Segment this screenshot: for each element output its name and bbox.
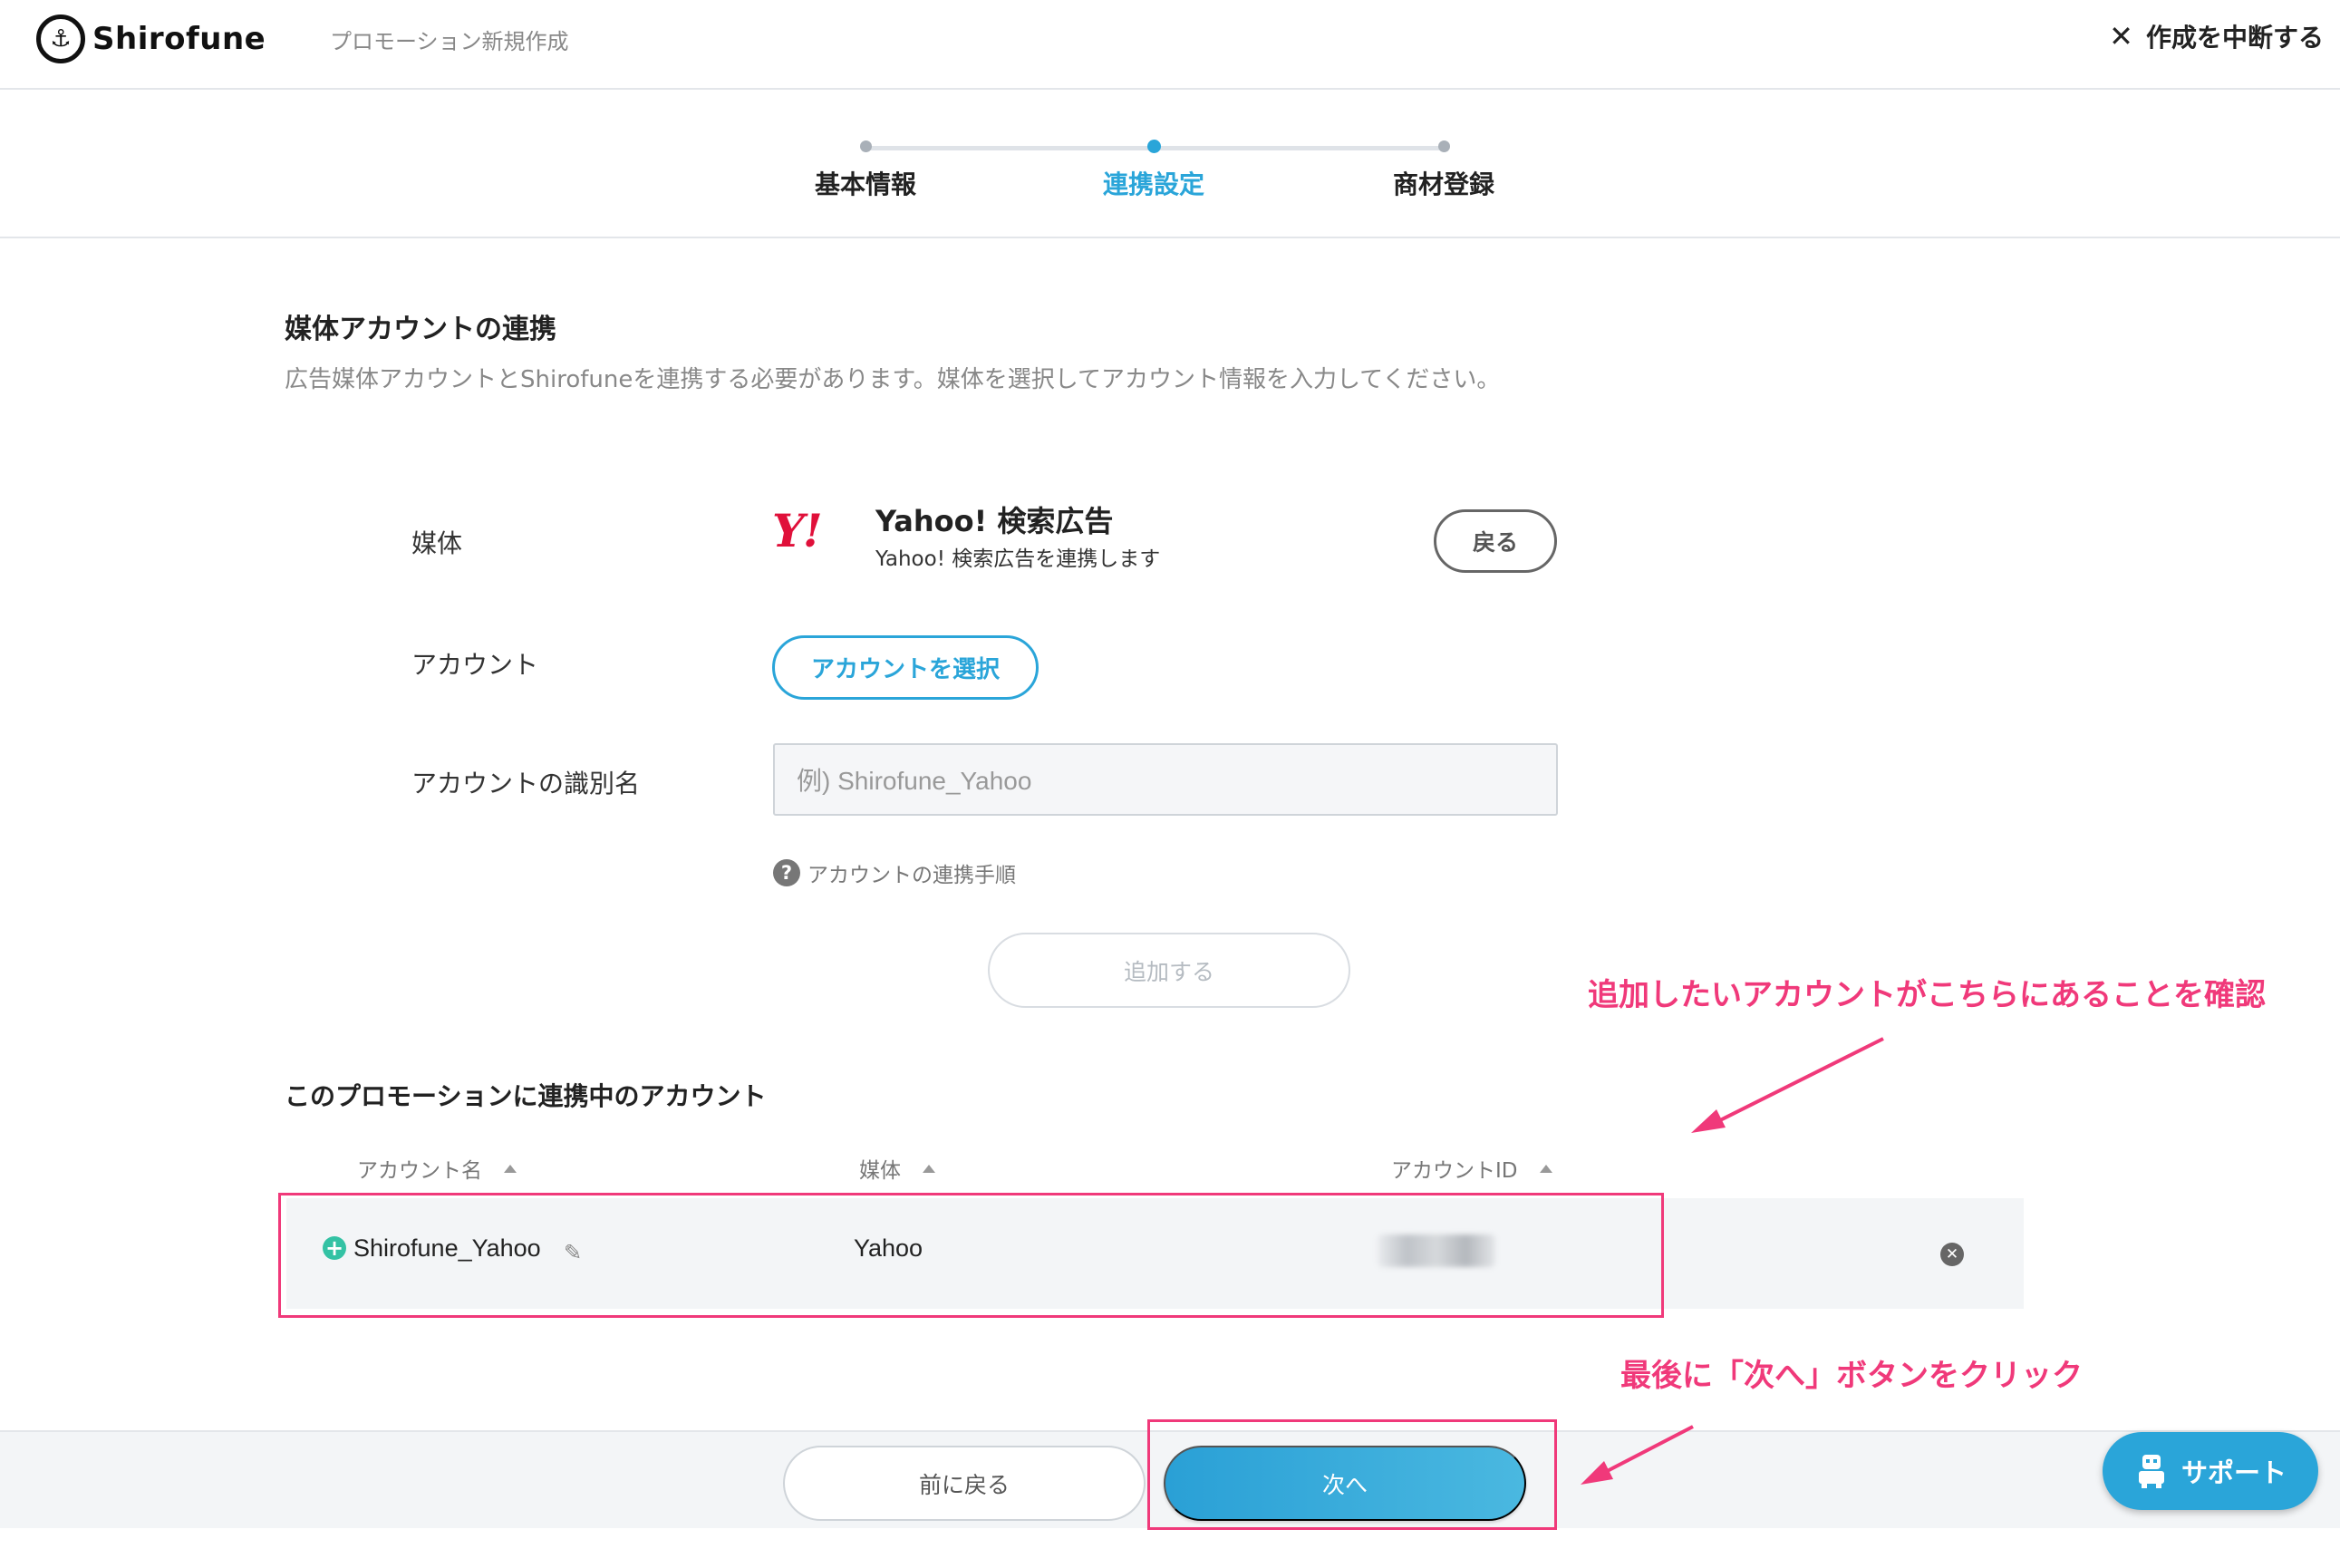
remove-icon[interactable]: ✕ xyxy=(1940,1243,1964,1266)
linked-accounts-title: このプロモーションに連携中のアカウント xyxy=(285,1081,767,1111)
sort-up-icon xyxy=(504,1164,517,1173)
account-name-input[interactable]: 例) Shirofune_Yahoo xyxy=(773,743,1558,816)
sort-up-icon xyxy=(923,1164,935,1173)
row-account-id-redacted xyxy=(1378,1234,1495,1267)
step-label-basic: 基本情報 xyxy=(814,169,917,199)
close-icon: ✕ xyxy=(2109,19,2133,53)
shirofune-logo-icon: ⚓ xyxy=(36,15,85,63)
row-media: Yahoo xyxy=(854,1234,923,1262)
media-label: 媒体 xyxy=(411,528,463,558)
step-connector xyxy=(865,146,1154,150)
plus-circle-icon[interactable]: + xyxy=(323,1236,346,1260)
abort-label: 作成を中断する xyxy=(2145,23,2324,53)
step-dot-3 xyxy=(1438,140,1450,152)
account-label: アカウント xyxy=(411,650,539,680)
step-dot-1 xyxy=(860,140,872,152)
support-label: サポート xyxy=(2180,1457,2287,1488)
help-link-text: アカウントの連携手順 xyxy=(807,864,1016,887)
prev-button[interactable]: 前に戻る xyxy=(783,1446,1146,1521)
column-header-account-id[interactable]: アカウントID xyxy=(1391,1153,1552,1184)
media-name: Yahoo! 検索広告 xyxy=(875,504,1114,538)
annotation-click-next: 最後に「次へ」ボタンをクリック xyxy=(1620,1358,2083,1394)
help-link[interactable]: ? アカウントの連携手順 xyxy=(773,857,1016,888)
pencil-icon[interactable]: ✎ xyxy=(564,1240,582,1265)
section-description: 広告媒体アカウントとShirofuneを連携する必要があります。媒体を選択してア… xyxy=(285,366,1501,393)
app-header: ⚓ Shirofune プロモーション新規作成 ✕ 作成を中断する xyxy=(0,0,2340,90)
stepper xyxy=(0,90,2340,238)
step-label-link: 連携設定 xyxy=(1102,169,1205,199)
annotation-confirm: 追加したいアカウントがこちらにあることを確認 xyxy=(1588,977,2266,1013)
media-description: Yahoo! 検索広告を連携します xyxy=(875,547,1161,571)
robot-icon xyxy=(2138,1455,2164,1488)
add-button[interactable]: 追加する xyxy=(988,933,1350,1008)
select-account-button[interactable]: アカウントを選択 xyxy=(772,635,1039,700)
support-button[interactable]: サポート xyxy=(2103,1432,2318,1510)
logo[interactable]: ⚓ Shirofune xyxy=(36,15,266,63)
section-title: 媒体アカウントの連携 xyxy=(285,314,556,345)
annotation-arrow-2 xyxy=(1581,1425,1694,1485)
page-subtitle: プロモーション新規作成 xyxy=(330,29,569,54)
step-label-product: 商材登録 xyxy=(1392,169,1495,199)
abort-button[interactable]: ✕ 作成を中断する xyxy=(2109,18,2324,54)
sort-up-icon xyxy=(1539,1164,1552,1173)
media-back-button[interactable]: 戻る xyxy=(1434,509,1557,573)
step-dot-2 xyxy=(1147,140,1161,153)
step-connector xyxy=(1154,146,1444,150)
yahoo-logo-icon: Y! xyxy=(772,504,823,557)
logo-text: Shirofune xyxy=(92,21,266,57)
row-account-name: Shirofune_Yahoo xyxy=(353,1234,541,1262)
annotation-arrow-1 xyxy=(1691,1037,1884,1133)
question-icon: ? xyxy=(773,859,800,886)
table-row xyxy=(286,1198,2024,1309)
account-name-label: アカウントの識別名 xyxy=(411,769,641,799)
column-header-account-name[interactable]: アカウント名 xyxy=(357,1153,517,1184)
next-button[interactable]: 次へ xyxy=(1164,1446,1526,1521)
column-header-media[interactable]: 媒体 xyxy=(859,1153,935,1184)
